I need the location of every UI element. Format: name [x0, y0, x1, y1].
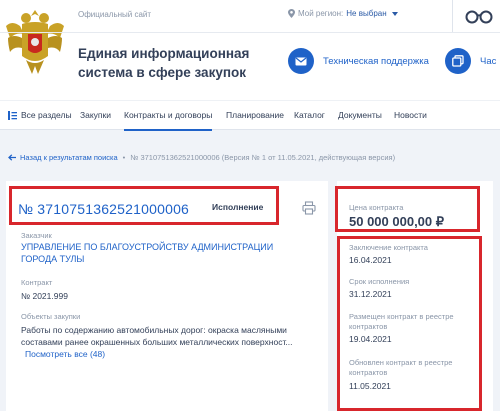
customer-link[interactable]: УПРАВЛЕНИЕ ПО БЛАГОУСТРОЙСТВУ АДМИНИСТРА…	[21, 241, 311, 265]
divider	[0, 32, 500, 33]
placed-label: Размещен контракт в реестре контрактов	[349, 312, 454, 331]
updated-label: Обновлен контракт в реестре контрактов	[349, 358, 453, 377]
menu-icon	[8, 111, 17, 121]
updated-value: 11.05.2021	[349, 381, 391, 391]
contract-label: Контракт	[21, 278, 53, 287]
term-label: Срок исполнения	[349, 277, 410, 286]
accessibility-glasses-icon[interactable]	[465, 8, 493, 24]
breadcrumb-current: № 3710751362521000006 (Версия № 1 от 11.…	[130, 153, 396, 162]
nav-planning[interactable]: Планирование	[226, 101, 284, 131]
nav-all-sections[interactable]: Все разделы	[8, 101, 72, 131]
customer-label: Заказчик	[21, 231, 52, 240]
location-pin-icon	[288, 9, 295, 18]
breadcrumb-separator: •	[122, 153, 126, 162]
price-label: Цена контракта	[349, 203, 404, 212]
objects-value: Работы по содержанию автомобильных дорог…	[21, 325, 293, 347]
nav-documents[interactable]: Документы	[338, 101, 382, 131]
nav-purchases[interactable]: Закупки	[80, 101, 111, 131]
show-all-link[interactable]: Посмотреть все (48)	[25, 349, 105, 359]
placed-value: 19.04.2021	[349, 334, 392, 344]
nav-catalog[interactable]: Каталог	[294, 101, 325, 131]
faq-label: Час	[480, 55, 497, 67]
copy-icon	[445, 48, 471, 74]
nav-item-label: Все разделы	[21, 110, 72, 120]
region-label: Мой регион:	[298, 9, 344, 18]
coat-of-arms-logo[interactable]	[2, 4, 68, 80]
main-nav: Все разделы Закупки Контракты и договоры…	[0, 100, 500, 131]
contract-number[interactable]: № 3710751362521000006	[18, 201, 189, 217]
support-label: Техническая поддержка	[323, 55, 429, 67]
back-link[interactable]: Назад к результатам поиска	[8, 153, 118, 162]
objects-text: Работы по содержанию автомобильных дорог…	[21, 324, 313, 360]
nav-contracts[interactable]: Контракты и договоры	[124, 101, 213, 131]
faq-button[interactable]: Час	[445, 48, 496, 74]
region-value[interactable]: Не выбран	[346, 9, 386, 18]
status-badge: Исполнение	[212, 202, 264, 212]
objects-label: Объекты закупки	[21, 312, 81, 321]
nav-news[interactable]: Новости	[394, 101, 427, 131]
term-value: 31.12.2021	[349, 289, 392, 299]
site-header: Официальный сайт Мой регион: Не выбран Е…	[0, 0, 500, 100]
chevron-down-icon	[391, 11, 398, 16]
back-label: Назад к результатам поиска	[20, 153, 118, 162]
support-button[interactable]: Техническая поддержка	[288, 48, 429, 74]
arrow-left-icon	[8, 154, 16, 161]
contract-value: № 2021.999	[21, 291, 68, 301]
conclusion-label: Заключение контракта	[349, 243, 428, 252]
conclusion-value: 16.04.2021	[349, 255, 392, 265]
region-selector[interactable]: Мой регион: Не выбран	[288, 9, 398, 18]
price-value: 50 000 000,00 ₽	[349, 214, 445, 229]
official-site-label: Официальный сайт	[78, 10, 152, 19]
print-icon[interactable]	[302, 201, 316, 215]
mail-icon	[288, 48, 314, 74]
divider	[452, 0, 453, 32]
site-title[interactable]: Единая информационная система в сфере за…	[78, 44, 278, 82]
breadcrumb: Назад к результатам поиска • № 371075136…	[8, 153, 395, 162]
